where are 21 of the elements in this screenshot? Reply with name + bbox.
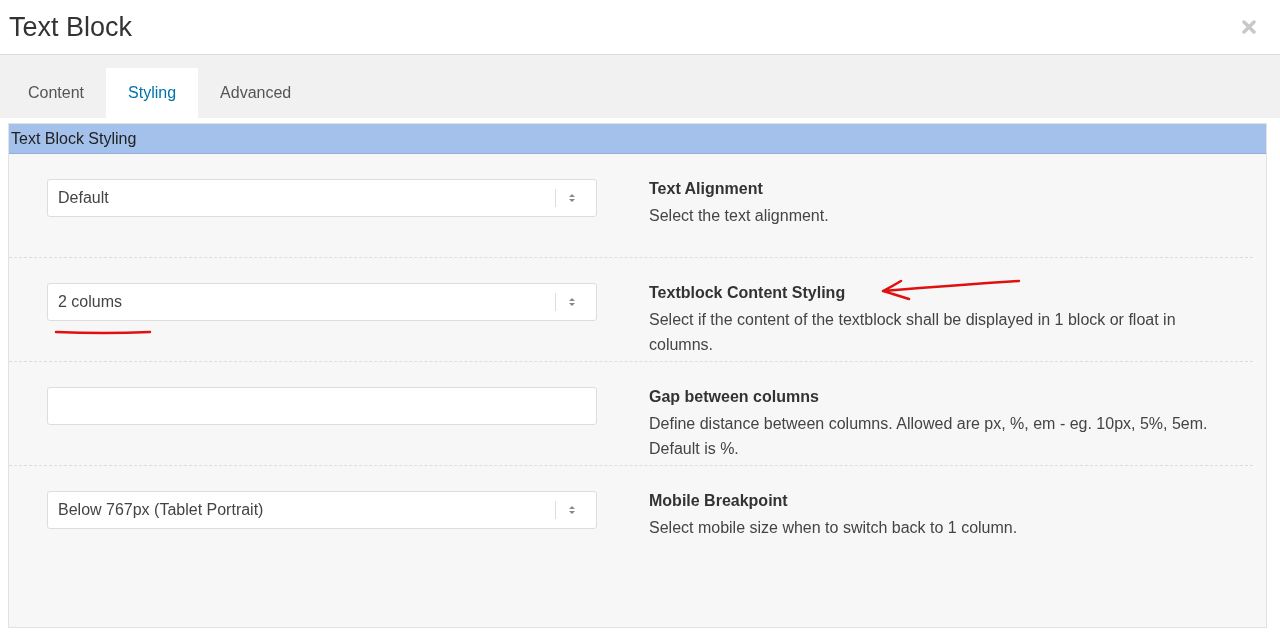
updown-arrow-icon xyxy=(568,192,576,204)
setting-description: Select mobile size when to switch back to 1 column. xyxy=(649,518,1019,538)
setting-label: Textblock Content Styling xyxy=(649,284,846,302)
setting-description: Select if the content of the textblock shall be displayed in 1 block or float in columns. xyxy=(649,310,1177,355)
select-field[interactable]: 2 colums xyxy=(47,283,597,321)
tab[interactable]: Styling xyxy=(106,68,199,118)
input-field[interactable] xyxy=(47,387,597,425)
panel-header: Text Block Styling xyxy=(9,124,1266,154)
setting-description: Define distance between columns. Allowed are px, %, em - eg. 10px, 5%, 5em. Default is %. xyxy=(649,414,1209,459)
tab[interactable]: Content xyxy=(6,68,107,118)
setting-description: Select the text alignment. xyxy=(649,206,830,226)
window-title: Text Block xyxy=(9,11,133,43)
tab[interactable]: Advanced xyxy=(198,68,314,118)
setting-label: Mobile Breakpoint xyxy=(649,492,788,510)
updown-arrow-icon xyxy=(568,296,576,308)
updown-arrow-icon xyxy=(568,504,576,516)
setting-label: Gap between columns xyxy=(649,388,819,406)
close-icon[interactable] xyxy=(1242,20,1256,34)
select-field[interactable]: Below 767px (Tablet Portrait) xyxy=(47,491,597,529)
select-field[interactable]: Default xyxy=(47,179,597,217)
setting-label: Text Alignment xyxy=(649,180,763,198)
